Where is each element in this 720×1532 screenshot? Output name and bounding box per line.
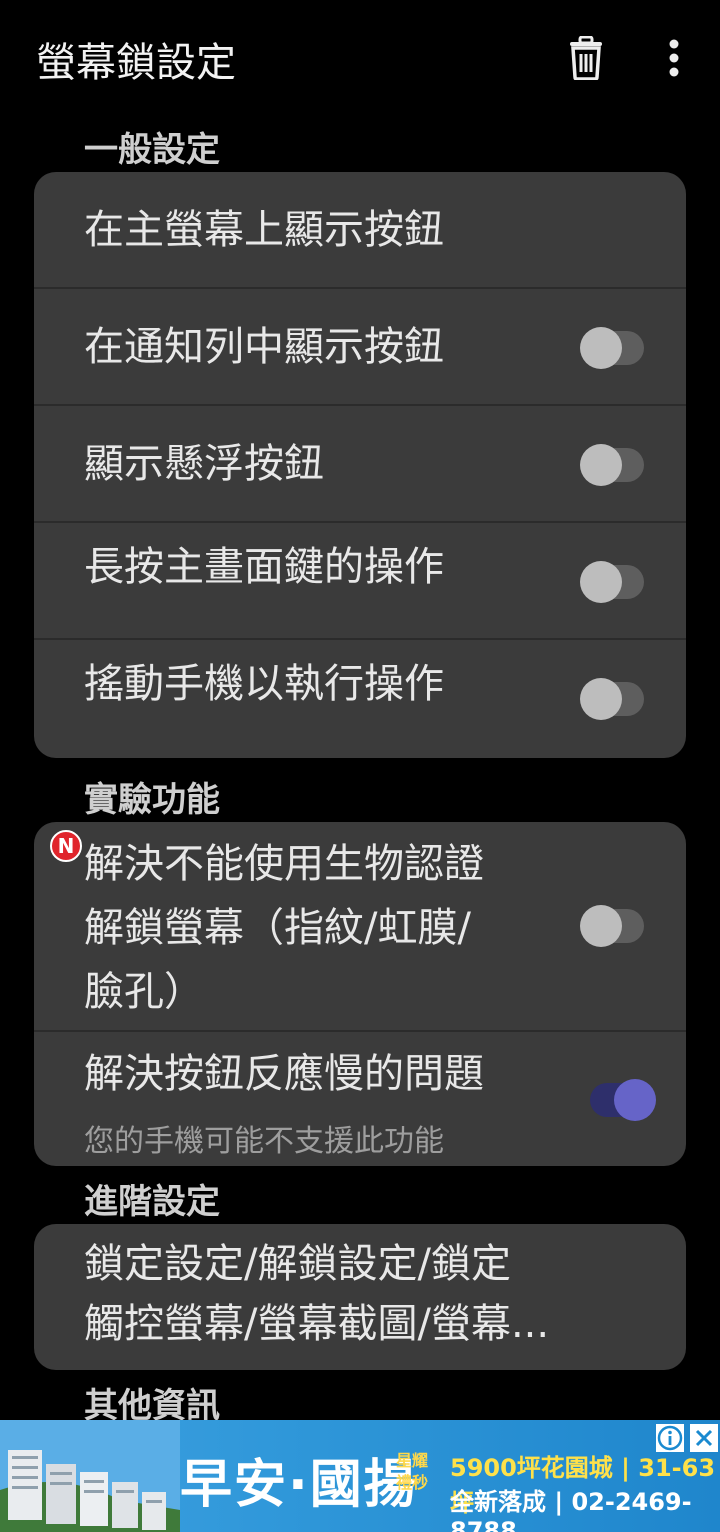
setting-label-line2: 解鎖螢幕（指紋/虹膜/ [84, 905, 471, 951]
toggle-knob [580, 905, 622, 947]
setting-label-line3: 臉孔） [84, 969, 204, 1015]
toggle-knob [580, 561, 622, 603]
advanced-label-line2: 觸控螢幕/螢幕截圖/螢幕... [84, 1301, 550, 1347]
setting-show-home-button[interactable]: 在主螢幕上顯示按鈕 [34, 172, 686, 289]
setting-label: 在通知列中顯示按鈕 [84, 324, 444, 370]
setting-label: 在主螢幕上顯示按鈕 [84, 207, 444, 253]
toggle-shake-action[interactable] [580, 678, 644, 720]
info-icon[interactable] [656, 1424, 684, 1452]
app-bar: 螢幕鎖設定 [0, 0, 720, 120]
ad-side-label: 星耀 禮秒 [392, 1450, 432, 1510]
ad-side-line1: 星耀 [395, 1451, 428, 1470]
new-badge: N [50, 830, 82, 862]
buildings-image [0, 1420, 180, 1532]
section-advanced: 進階設定 [84, 1182, 220, 1222]
ad-headline: 早安·國揚 [180, 1455, 418, 1515]
toggle-long-press-home[interactable] [580, 561, 644, 603]
toggle-biometric-fix[interactable] [580, 905, 644, 947]
toggle-notification-button[interactable] [580, 327, 644, 369]
setting-label: 搖動手機以執行操作 [84, 661, 444, 707]
setting-subtext: 您的手機可能不支援此功能 [84, 1124, 444, 1159]
page-title: 螢幕鎖設定 [36, 40, 236, 86]
toggle-knob [614, 1079, 656, 1121]
section-general: 一般設定 [84, 130, 220, 170]
setting-label: 長按主畫面鍵的操作 [84, 544, 444, 590]
more-vert-icon[interactable] [662, 38, 686, 82]
advanced-card[interactable]: 鎖定設定/解鎖設定/鎖定 觸控螢幕/螢幕截圖/螢幕... [34, 1224, 686, 1370]
experimental-card: N 解決不能使用生物認證 解鎖螢幕（指紋/虹膜/ 臉孔） 解決按鈕反應慢的問題 … [34, 822, 686, 1166]
setting-button-response-fix[interactable]: 解決按鈕反應慢的問題 您的手機可能不支援此功能 [34, 1032, 686, 1166]
toggle-floating-button[interactable] [580, 444, 644, 486]
setting-label-line1: 解決不能使用生物認證 [84, 841, 484, 887]
toggle-button-response-fix[interactable] [590, 1079, 656, 1121]
toggle-knob [580, 327, 622, 369]
setting-label: 顯示懸浮按鈕 [84, 441, 324, 487]
trash-icon[interactable] [566, 35, 606, 81]
setting-label: 解決按鈕反應慢的問題 [84, 1051, 484, 1097]
toggle-knob [580, 444, 622, 486]
ad-side-line2: 禮秒 [395, 1473, 428, 1492]
toggle-knob [580, 678, 622, 720]
advanced-label-line1: 鎖定設定/解鎖設定/鎖定 [84, 1241, 511, 1287]
ad-line2: 全新落成 | 02-2469-8788 [450, 1488, 692, 1532]
ad-banner[interactable]: 早安·國揚 星耀 禮秒 5900坪花園城 | 31-63坪 全新落成 | 02-… [0, 1420, 720, 1532]
close-icon[interactable] [690, 1424, 718, 1452]
section-experimental: 實驗功能 [84, 780, 220, 820]
